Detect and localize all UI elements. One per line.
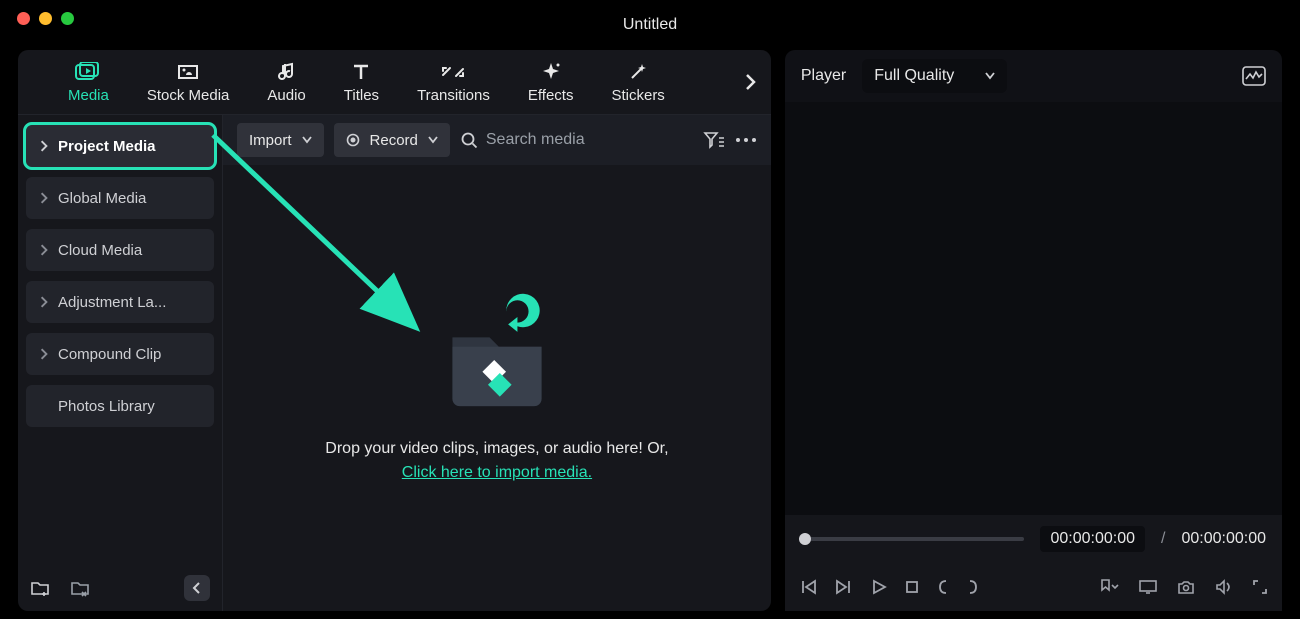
tab-titles[interactable]: Titles bbox=[328, 61, 401, 104]
document-title: Untitled bbox=[623, 16, 677, 34]
transitions-icon bbox=[440, 61, 466, 83]
prev-frame-button[interactable] bbox=[799, 579, 817, 595]
tab-stickers-label: Stickers bbox=[611, 87, 664, 104]
sidebar-item-label: Compound Clip bbox=[58, 346, 161, 363]
text-t-icon bbox=[348, 61, 374, 83]
sidebar-item-label: Project Media bbox=[58, 138, 156, 155]
tab-stock-media[interactable]: Stock Media bbox=[131, 61, 252, 104]
new-folder-icon[interactable] bbox=[30, 579, 50, 597]
sidebar-footer bbox=[30, 573, 210, 603]
tab-titles-label: Titles bbox=[344, 87, 379, 104]
import-media-link[interactable]: Click here to import media. bbox=[402, 464, 592, 481]
record-label: Record bbox=[370, 132, 418, 149]
tab-transitions-label: Transitions bbox=[417, 87, 490, 104]
playhead-icon bbox=[799, 533, 811, 545]
sidebar-item-global-media[interactable]: Global Media bbox=[26, 177, 214, 219]
playback-bar: 00:00:00:00 / 00:00:00:00 bbox=[785, 515, 1282, 563]
sidebar-item-compound-clip[interactable]: Compound Clip bbox=[26, 333, 214, 375]
music-note-icon bbox=[274, 61, 300, 83]
timecode-separator: / bbox=[1161, 530, 1165, 548]
marker-menu-button[interactable] bbox=[1098, 578, 1120, 596]
next-frame-button[interactable] bbox=[835, 579, 853, 595]
caret-right-icon bbox=[38, 140, 50, 152]
search-field-wrap bbox=[460, 131, 693, 149]
timeline-scrubber[interactable] bbox=[801, 537, 1025, 541]
search-icon bbox=[460, 131, 478, 149]
sidebar-item-label: Photos Library bbox=[58, 398, 155, 415]
player-label: Player bbox=[801, 67, 846, 85]
player-header: Player Full Quality bbox=[785, 50, 1282, 102]
mark-out-button[interactable] bbox=[967, 578, 979, 596]
import-label: Import bbox=[249, 132, 292, 149]
sparkle-icon bbox=[538, 61, 564, 83]
media-toolbar: Import Record bbox=[223, 115, 771, 165]
tab-stickers[interactable]: Stickers bbox=[595, 61, 686, 104]
tab-media[interactable]: Media bbox=[52, 61, 131, 104]
record-dot-icon bbox=[346, 133, 360, 147]
cloud-image-icon bbox=[175, 61, 201, 83]
delete-folder-icon[interactable] bbox=[70, 579, 90, 597]
caret-right-icon bbox=[38, 296, 50, 308]
tab-audio-label: Audio bbox=[267, 87, 305, 104]
tabs-scroll-right[interactable] bbox=[735, 50, 765, 114]
tab-effects[interactable]: Effects bbox=[512, 61, 596, 104]
volume-button[interactable] bbox=[1214, 579, 1234, 595]
more-options-button[interactable] bbox=[735, 137, 757, 143]
titlebar: Untitled bbox=[0, 0, 1300, 50]
import-button[interactable]: Import bbox=[237, 123, 324, 157]
sidebar-item-photos-library[interactable]: Photos Library bbox=[26, 385, 214, 427]
sidebar-item-adjustment-layer[interactable]: Adjustment La... bbox=[26, 281, 214, 323]
sidebar-item-project-media[interactable]: Project Media bbox=[26, 125, 214, 167]
media-sidebar: Project Media Global Media Cloud Media A… bbox=[18, 115, 223, 611]
duration-timecode: 00:00:00:00 bbox=[1181, 530, 1266, 548]
quality-value: Full Quality bbox=[874, 67, 954, 85]
player-panel: Player Full Quality 00:00:00:00 / 00:00:… bbox=[785, 50, 1282, 611]
wand-icon bbox=[625, 61, 651, 83]
record-button[interactable]: Record bbox=[334, 123, 450, 157]
filter-sort-button[interactable] bbox=[703, 130, 725, 150]
dropzone-text: Drop your video clips, images, or audio … bbox=[325, 437, 668, 485]
chevron-left-icon bbox=[192, 582, 202, 594]
tab-stock-label: Stock Media bbox=[147, 87, 230, 104]
current-timecode: 00:00:00:00 bbox=[1040, 526, 1145, 552]
tab-transitions[interactable]: Transitions bbox=[401, 61, 512, 104]
library-panel: Media Stock Media Audio Titles bbox=[18, 50, 771, 611]
caret-right-icon bbox=[38, 192, 50, 204]
preview-viewport[interactable] bbox=[785, 102, 1282, 515]
folder-illustration bbox=[432, 291, 562, 421]
sidebar-item-cloud-media[interactable]: Cloud Media bbox=[26, 229, 214, 271]
tab-effects-label: Effects bbox=[528, 87, 574, 104]
transport-controls bbox=[785, 563, 1282, 611]
media-icon bbox=[75, 61, 101, 83]
caret-right-icon bbox=[38, 348, 50, 360]
tab-audio[interactable]: Audio bbox=[251, 61, 327, 104]
sidebar-item-label: Adjustment La... bbox=[58, 294, 166, 311]
play-button[interactable] bbox=[871, 579, 887, 595]
caret-right-icon bbox=[38, 244, 50, 256]
chevron-down-icon bbox=[428, 136, 438, 144]
sidebar-item-label: Cloud Media bbox=[58, 242, 142, 259]
scopes-button[interactable] bbox=[1242, 66, 1266, 86]
dropzone-line1: Drop your video clips, images, or audio … bbox=[325, 440, 668, 457]
chevron-right-icon bbox=[744, 73, 756, 91]
chevron-down-icon bbox=[302, 136, 312, 144]
media-bin: Import Record bbox=[223, 115, 771, 611]
tab-media-label: Media bbox=[68, 87, 109, 104]
media-dropzone[interactable]: Drop your video clips, images, or audio … bbox=[223, 165, 771, 611]
fullscreen-button[interactable] bbox=[1252, 579, 1268, 595]
display-mode-button[interactable] bbox=[1138, 579, 1158, 595]
library-tabs: Media Stock Media Audio Titles bbox=[18, 50, 771, 115]
stop-button[interactable] bbox=[905, 580, 919, 594]
chevron-down-icon bbox=[985, 72, 995, 80]
mark-in-button[interactable] bbox=[937, 578, 949, 596]
search-input[interactable] bbox=[486, 131, 693, 149]
snapshot-button[interactable] bbox=[1176, 579, 1196, 595]
collapse-sidebar-button[interactable] bbox=[184, 575, 210, 601]
playback-quality-dropdown[interactable]: Full Quality bbox=[862, 59, 1007, 93]
sidebar-item-label: Global Media bbox=[58, 190, 146, 207]
